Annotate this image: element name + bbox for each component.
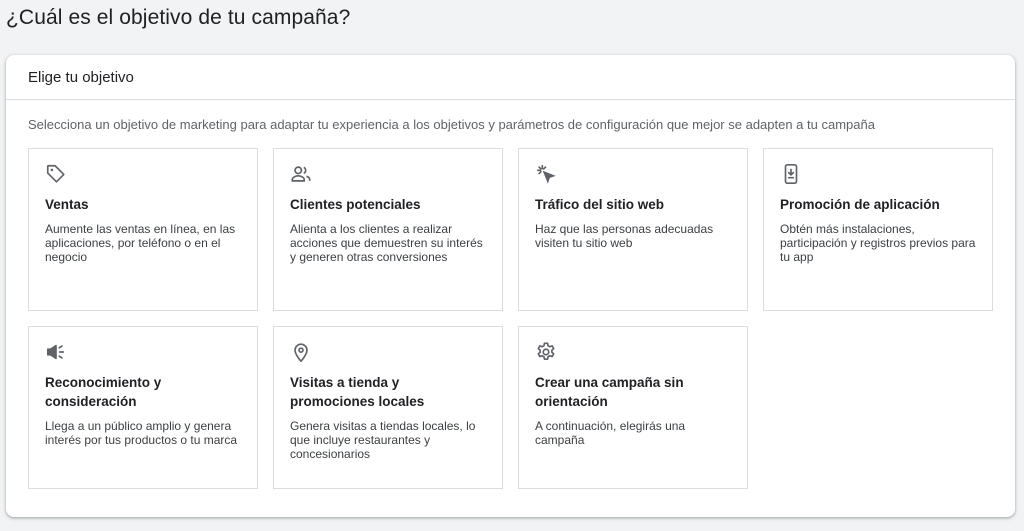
card-title: Promoción de aplicación <box>780 197 940 212</box>
card-title: Tráfico del sitio web <box>535 197 665 212</box>
objective-panel: Elige tu objetivo Selecciona un objetivo… <box>6 55 1015 517</box>
card-description: Llega a un público amplio y genera inter… <box>45 419 238 447</box>
objective-card-sin-orientacion[interactable]: Crear una campaña sin orientación A cont… <box>518 326 748 489</box>
card-description: Alienta a los clientes a realizar accion… <box>290 222 483 264</box>
panel-subtitle: Selecciona un objetivo de marketing para… <box>28 117 875 132</box>
gear-icon <box>535 341 557 363</box>
panel-title: Elige tu objetivo <box>28 68 134 86</box>
card-title: Clientes potenciales <box>290 197 421 212</box>
megaphone-icon <box>45 341 67 363</box>
card-title: Visitas a tienda y promociones locales <box>290 375 425 409</box>
location-pin-icon <box>290 341 312 363</box>
card-title: Ventas <box>45 197 89 212</box>
phone-download-icon <box>780 163 802 185</box>
objective-card-clientes-potenciales[interactable]: Clientes potenciales Alienta a los clien… <box>273 148 503 311</box>
card-description: Aumente las ventas en línea, en las apli… <box>45 222 236 264</box>
objective-card-reconocimiento[interactable]: Reconocimiento y consideración Llega a u… <box>28 326 258 489</box>
card-description: Genera visitas a tiendas locales, lo que… <box>290 419 476 461</box>
tag-icon <box>45 163 67 185</box>
card-description: Obtén más instalaciones, participación y… <box>780 222 976 264</box>
objective-card-ventas[interactable]: Ventas Aumente las ventas en línea, en l… <box>28 148 258 311</box>
objective-card-promocion-aplicacion[interactable]: Promoción de aplicación Obtén más instal… <box>763 148 993 311</box>
cursor-click-icon <box>535 163 557 185</box>
card-description: A continuación, elegirás una campaña <box>535 419 686 447</box>
people-icon <box>290 163 312 185</box>
card-title: Reconocimiento y consideración <box>45 375 162 409</box>
card-title: Crear una campaña sin orientación <box>535 375 684 409</box>
objective-card-visitas-tienda[interactable]: Visitas a tienda y promociones locales G… <box>273 326 503 489</box>
objective-card-trafico-sitio-web[interactable]: Tráfico del sitio web Haz que las person… <box>518 148 748 311</box>
panel-header: Elige tu objetivo <box>6 55 1015 100</box>
page-title: ¿Cuál es el objetivo de tu campaña? <box>6 6 351 29</box>
card-description: Haz que las personas adecuadas visiten t… <box>535 222 714 250</box>
